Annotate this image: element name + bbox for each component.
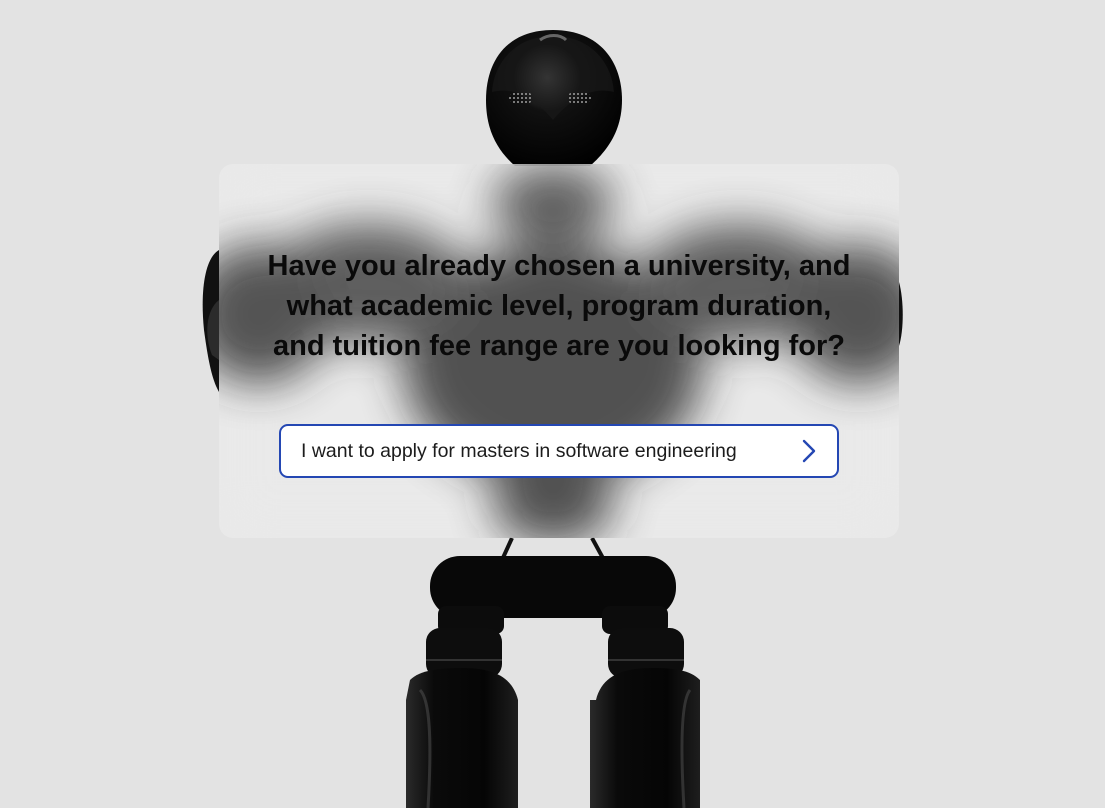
app-stage: Have you already chosen a university, an… — [0, 0, 1105, 808]
answer-input[interactable]: I want to apply for masters in software … — [279, 424, 839, 478]
robot-hips — [430, 537, 676, 634]
chevron-right-icon[interactable] — [800, 438, 818, 464]
robot-head — [486, 30, 622, 166]
answer-input-value[interactable]: I want to apply for masters in software … — [301, 440, 795, 463]
robot-leg-right — [590, 628, 700, 808]
submit-button[interactable] — [795, 437, 823, 465]
question-heading: Have you already chosen a university, an… — [267, 250, 851, 362]
robot-leg-left — [406, 628, 518, 808]
question-card: Have you already chosen a university, an… — [219, 164, 899, 538]
